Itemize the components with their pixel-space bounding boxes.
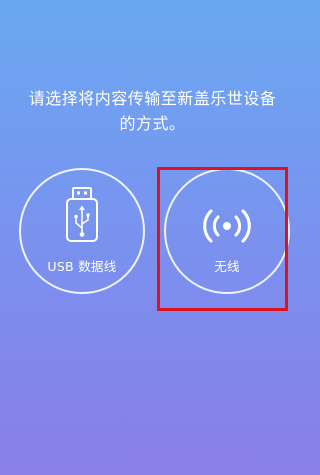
instruction-text: 请选择将内容传输至新盖乐世设备 的方式。 <box>0 86 305 136</box>
usb-cable-option[interactable]: USB 数据线 <box>19 168 145 294</box>
instruction-line-2: 的方式。 <box>119 114 186 133</box>
usb-cable-label: USB 数据线 <box>47 259 117 274</box>
highlight-box <box>157 167 288 311</box>
instruction-line-1: 请选择将内容传输至新盖乐世设备 <box>28 89 277 108</box>
usb-drive-icon <box>66 187 98 242</box>
